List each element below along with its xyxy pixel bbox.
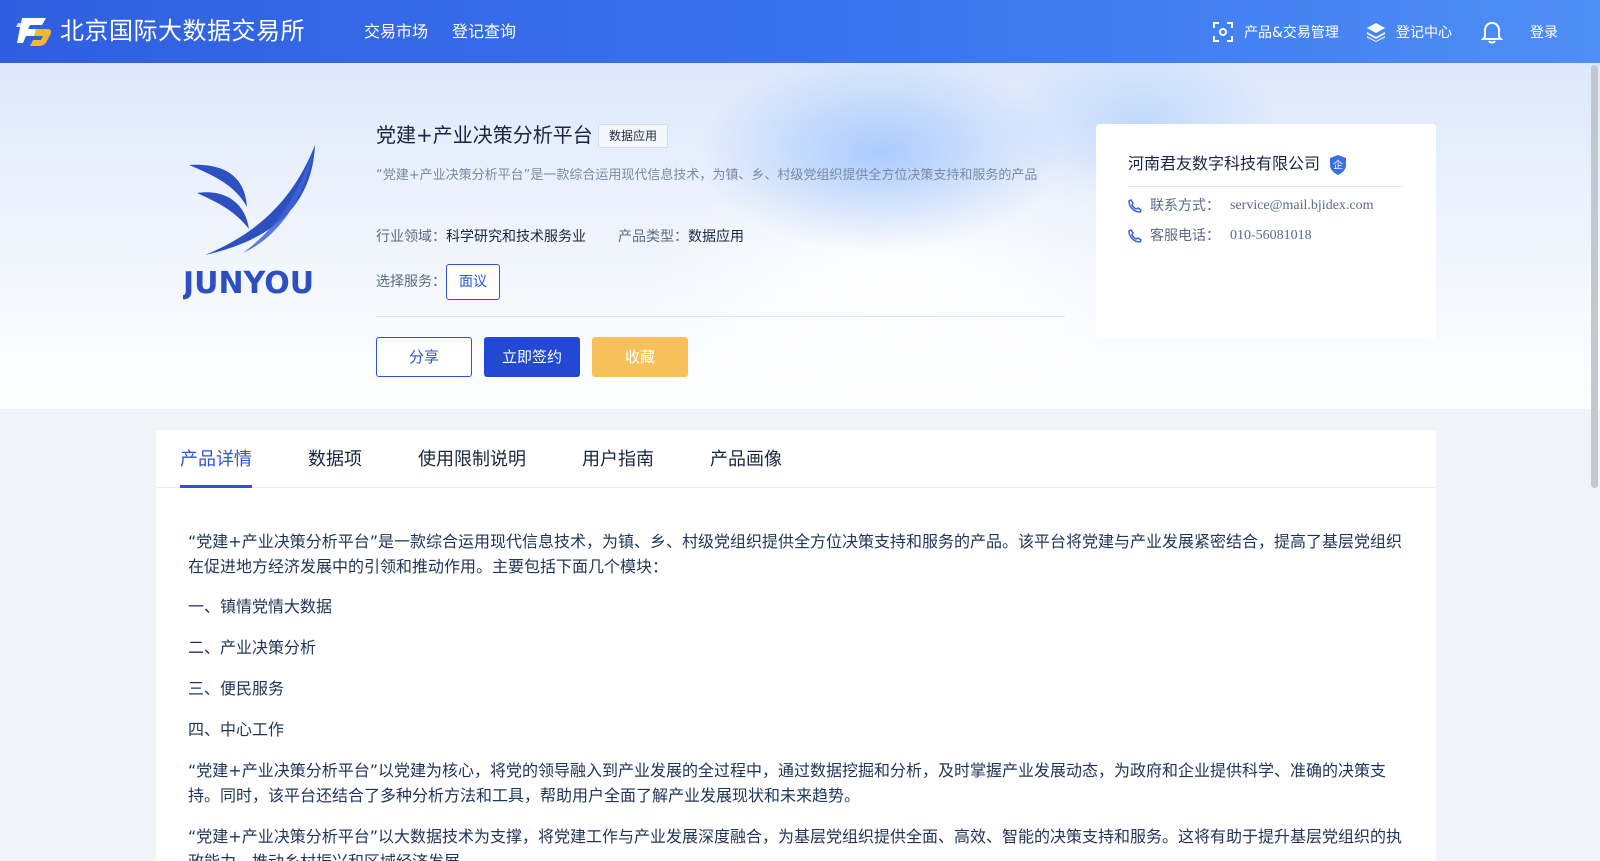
sign-now-button[interactable]: 立即签约 <box>484 337 580 377</box>
detail-paragraph: “党建+产业决策分析平台”以党建为核心，将党的领导融入到产业发展的全过程中，通过… <box>188 761 1386 805</box>
tab-usage-restrictions[interactable]: 使用限制说明 <box>418 448 526 472</box>
register-center-label: 登记中心 <box>1396 24 1452 41</box>
phone-icon <box>1128 199 1142 213</box>
share-button[interactable]: 分享 <box>376 337 472 377</box>
industry-field: 行业领域：科学研究和技术服务业 <box>376 227 586 247</box>
phone-label: 客服电话： <box>1150 228 1220 244</box>
tab-data-items[interactable]: 数据项 <box>308 448 362 472</box>
service-select-label: 选择服务： <box>376 274 446 290</box>
tab-product-details[interactable]: 产品详情 <box>180 448 252 472</box>
detail-tabs: 产品详情 数据项 使用限制说明 用户指南 产品画像 <box>156 430 1436 488</box>
service-option-negotiable[interactable]: 面议 <box>446 264 500 300</box>
company-phone-row: 客服电话： 010-56081018 <box>1128 226 1312 246</box>
contact-label: 联系方式： <box>1150 198 1220 214</box>
product-trade-management-link[interactable]: 产品&交易管理 <box>1212 0 1339 63</box>
scan-focus-icon <box>1213 21 1233 42</box>
industry-value: 科学研究和技术服务业 <box>446 229 586 245</box>
detail-module-item: 二、产业决策分析 <box>188 638 317 657</box>
product-description: “党建+产业决策分析平台”是一款综合运用现代信息技术，为镇、乡、村级党组织提供全… <box>376 168 1038 183</box>
detail-module-item: 三、便民服务 <box>188 679 285 698</box>
product-type-field: 产品类型：数据应用 <box>618 227 744 247</box>
login-link[interactable]: 登录 <box>1530 0 1558 63</box>
active-tab-indicator <box>180 485 252 488</box>
product-trade-management-label: 产品&交易管理 <box>1244 24 1339 41</box>
detail-module-item: 一、镇情党情大数据 <box>188 597 333 616</box>
nav-registration-query[interactable]: 登记查询 <box>452 22 516 42</box>
notification-bell-icon[interactable] <box>1481 20 1503 44</box>
company-name[interactable]: 河南君友数字科技有限公司 <box>1128 152 1320 176</box>
industry-label: 行业领域： <box>376 229 446 245</box>
favorite-button[interactable]: 收藏 <box>592 337 688 377</box>
phone-value: 010-56081018 <box>1230 228 1312 243</box>
page-scrollbar-thumb[interactable] <box>1591 65 1598 488</box>
hero-divider <box>376 316 1065 317</box>
product-type-value: 数据应用 <box>688 229 744 245</box>
exchange-logo-icon[interactable] <box>16 14 52 48</box>
product-title: 党建+产业决策分析平台 <box>376 123 593 147</box>
tab-product-profile[interactable]: 产品画像 <box>710 448 782 472</box>
layers-icon <box>1367 22 1385 42</box>
product-logo-text: JUNYOU <box>183 266 314 301</box>
product-category-tag: 数据应用 <box>598 124 669 148</box>
company-contact-row: 联系方式： service@mail.bjidex.com <box>1128 196 1374 216</box>
tab-user-guide[interactable]: 用户指南 <box>582 448 654 472</box>
company-info-card: 河南君友数字科技有限公司 企 联系方式： service@mail.bjidex… <box>1096 124 1436 339</box>
contact-value: service@mail.bjidex.com <box>1230 198 1374 213</box>
register-center-link[interactable]: 登记中心 <box>1366 0 1452 63</box>
enterprise-verified-icon: 企 <box>1330 155 1346 175</box>
product-detail-panel: 产品详情 数据项 使用限制说明 用户指南 产品画像 “党建+产业决策分析平台”是… <box>156 430 1436 861</box>
product-type-label: 产品类型： <box>618 229 688 245</box>
detail-paragraph: “党建+产业决策分析平台”是一款综合运用现代信息技术，为镇、乡、村级党组织提供全… <box>188 532 1402 576</box>
company-card-divider <box>1128 186 1404 187</box>
detail-paragraph: “党建+产业决策分析平台”以大数据技术为支撑，将党建工作与产业发展深度融合，为基… <box>188 827 1402 861</box>
enterprise-badge-text: 企 <box>1333 159 1343 172</box>
detail-module-item: 四、中心工作 <box>188 720 285 739</box>
top-navigation-bar: 北京国际大数据交易所 交易市场 登记查询 产品&交易管理 登记中心 登录 <box>0 0 1600 63</box>
junyou-product-logo: JUNYOU <box>183 145 315 301</box>
brand-name[interactable]: 北京国际大数据交易所 <box>60 15 305 47</box>
nav-trading-market[interactable]: 交易市场 <box>364 22 428 42</box>
phone-icon <box>1128 229 1142 243</box>
